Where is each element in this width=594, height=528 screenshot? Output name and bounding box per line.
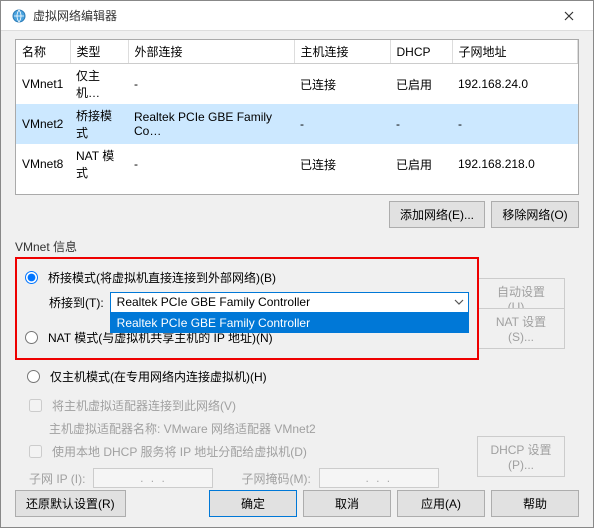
remove-network-button[interactable]: 移除网络(O) xyxy=(491,201,579,228)
dhcp-settings-button: DHCP 设置(P)... xyxy=(477,436,565,477)
bridged-adapter-combo[interactable]: Realtek PCIe GBE Family Controller Realt… xyxy=(110,292,469,313)
subnet-mask-label: 子网掩码(M): xyxy=(241,470,310,487)
col-dhcp[interactable]: DHCP xyxy=(390,40,452,64)
col-type[interactable]: 类型 xyxy=(70,40,128,64)
use-dhcp-checkbox xyxy=(29,445,42,458)
hostonly-radio[interactable] xyxy=(27,370,40,383)
connect-host-checkbox xyxy=(29,399,42,412)
hostonly-label: 仅主机模式(在专用网络内连接虚拟机)(H) xyxy=(50,368,267,385)
bridged-to-label: 桥接到(T): xyxy=(49,294,104,311)
cancel-button[interactable]: 取消 xyxy=(303,490,391,517)
nat-radio[interactable] xyxy=(25,331,38,344)
close-icon xyxy=(564,11,574,21)
table-row[interactable]: VMnet2 桥接模式 Realtek PCIe GBE Family Co… … xyxy=(16,104,578,144)
vmnet-info-label: VMnet 信息 xyxy=(15,238,579,255)
add-network-button[interactable]: 添加网络(E)... xyxy=(389,201,485,228)
bridged-label: 桥接模式(将虚拟机直接连接到外部网络)(B) xyxy=(48,269,276,286)
restore-defaults-button[interactable]: 还原默认设置(R) xyxy=(15,490,126,517)
col-name[interactable]: 名称 xyxy=(16,40,70,64)
subnet-ip-label: 子网 IP (I): xyxy=(29,470,85,487)
subnet-ip-field: . . . xyxy=(93,468,213,488)
network-table[interactable]: 名称 类型 外部连接 主机连接 DHCP 子网地址 VMnet1 仅主机… - … xyxy=(15,39,579,195)
combo-option[interactable]: Realtek PCIe GBE Family Controller xyxy=(110,313,469,333)
col-subnet[interactable]: 子网地址 xyxy=(452,40,578,64)
chevron-down-icon xyxy=(453,296,465,311)
apply-button[interactable]: 应用(A) xyxy=(397,490,485,517)
col-host[interactable]: 主机连接 xyxy=(294,40,390,64)
help-button[interactable]: 帮助 xyxy=(491,490,579,517)
window-title: 虚拟网络编辑器 xyxy=(33,7,549,24)
combo-selected: Realtek PCIe GBE Family Controller xyxy=(117,295,310,309)
subnet-mask-field: . . . xyxy=(319,468,439,488)
mode-highlight-box: 桥接模式(将虚拟机直接连接到外部网络)(B) 桥接到(T): Realtek P… xyxy=(15,257,479,360)
close-button[interactable] xyxy=(549,2,589,30)
bridged-radio[interactable] xyxy=(25,271,38,284)
use-dhcp-label: 使用本地 DHCP 服务将 IP 地址分配给虚拟机(D) xyxy=(52,443,307,460)
connect-host-label: 将主机虚拟适配器连接到此网络(V) xyxy=(52,397,236,414)
col-ext[interactable]: 外部连接 xyxy=(128,40,294,64)
ok-button[interactable]: 确定 xyxy=(209,490,297,517)
table-row[interactable]: VMnet8 NAT 模式 - 已连接 已启用 192.168.218.0 xyxy=(16,144,578,184)
adapter-name-label: 主机虚拟适配器名称: VMware 网络适配器 VMnet2 xyxy=(49,420,579,437)
nat-settings-button: NAT 设置(S)... xyxy=(477,308,565,349)
table-row[interactable]: VMnet1 仅主机… - 已连接 已启用 192.168.24.0 xyxy=(16,64,578,105)
app-icon xyxy=(11,8,27,24)
